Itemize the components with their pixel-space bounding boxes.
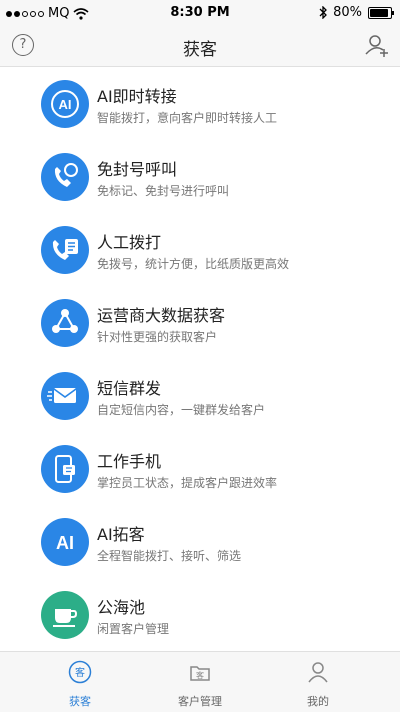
- tab-acquisition[interactable]: 客 获客: [20, 652, 140, 712]
- item-desc: 智能拨打，意向客户即时转接人工: [97, 111, 278, 125]
- share-network-icon: [41, 299, 89, 347]
- envelope-icon: [41, 372, 89, 420]
- item-title: 运营商大数据获客: [97, 306, 226, 325]
- item-desc: 免标记、免封号进行呼叫: [97, 184, 230, 198]
- ai-icon: AI: [41, 80, 89, 128]
- list-item-no-block-call[interactable]: 免封号呼叫 免标记、免封号进行呼叫: [0, 140, 400, 213]
- page-title: 获客: [183, 40, 217, 60]
- work-phone-icon: [41, 445, 89, 493]
- feature-list: AI AI即时转接 智能拨打，意向客户即时转接人工 免封号呼叫 免标记、免封号进…: [0, 67, 400, 651]
- tab-profile[interactable]: 我的: [258, 652, 378, 712]
- tab-bar: 客 获客 客 客户管理 我的: [0, 651, 400, 712]
- item-desc: 全程智能拨打、接听、筛选: [97, 549, 242, 563]
- svg-text:AI: AI: [59, 97, 72, 112]
- tab-label: 获客: [69, 695, 91, 708]
- list-item-public-pool[interactable]: 公海池 闲置客户管理: [0, 578, 400, 651]
- svg-text:AI: AI: [56, 533, 74, 553]
- list-item-ai-expand[interactable]: AI AI拓客 全程智能拨打、接听、筛选: [0, 505, 400, 578]
- list-item-work-phone[interactable]: 工作手机 掌控员工状态，提成客户跟进效率: [0, 432, 400, 505]
- list-item-manual-dial[interactable]: 人工拨打 免拨号，统计方便，比纸质版更高效: [0, 213, 400, 286]
- cup-icon: [41, 591, 89, 639]
- list-item-ai-transfer[interactable]: AI AI即时转接 智能拨打，意向客户即时转接人工: [0, 67, 400, 140]
- tab-label: 客户管理: [178, 695, 222, 708]
- tab-customer-management[interactable]: 客 客户管理: [140, 652, 260, 712]
- item-title: AI即时转接: [97, 87, 177, 106]
- status-bar: MQ 8:30 PM 80%: [0, 0, 400, 26]
- ai-expand-icon: AI: [41, 518, 89, 566]
- item-title: 人工拨打: [97, 233, 162, 252]
- phone-badge-icon: [41, 153, 89, 201]
- item-desc: 掌控员工状态，提成客户跟进效率: [97, 476, 278, 490]
- item-desc: 闲置客户管理: [97, 622, 170, 636]
- item-title: 短信群发: [97, 379, 162, 398]
- item-title: 工作手机: [97, 452, 162, 471]
- bluetooth-icon: [319, 6, 328, 19]
- item-title: AI拓客: [97, 525, 145, 544]
- list-item-carrier-data[interactable]: 运营商大数据获客 针对性更强的获取客户: [0, 286, 400, 359]
- item-desc: 自定短信内容，一键群发给客户: [97, 403, 266, 417]
- profile-icon: [308, 662, 328, 683]
- list-item-bulk-sms[interactable]: 短信群发 自定短信内容，一键群发给客户: [0, 359, 400, 432]
- item-desc: 免拨号，统计方便，比纸质版更高效: [97, 257, 290, 271]
- battery-icon: [368, 6, 394, 19]
- phone-contacts-icon: [41, 226, 89, 274]
- customer-management-icon: 客: [190, 666, 210, 681]
- item-desc: 针对性更强的获取客户: [97, 330, 218, 344]
- add-user-button[interactable]: [364, 32, 390, 58]
- battery-percent: 80%: [333, 5, 362, 20]
- tab-icon-badge: 客: [75, 666, 85, 679]
- customer-acquisition-icon: 客: [68, 660, 92, 684]
- tab-label: 我的: [307, 695, 329, 708]
- item-title: 公海池: [97, 598, 146, 617]
- item-title: 免封号呼叫: [97, 160, 178, 179]
- tab-icon-badge: 客: [196, 670, 204, 680]
- nav-bar: ? 获客: [0, 26, 400, 67]
